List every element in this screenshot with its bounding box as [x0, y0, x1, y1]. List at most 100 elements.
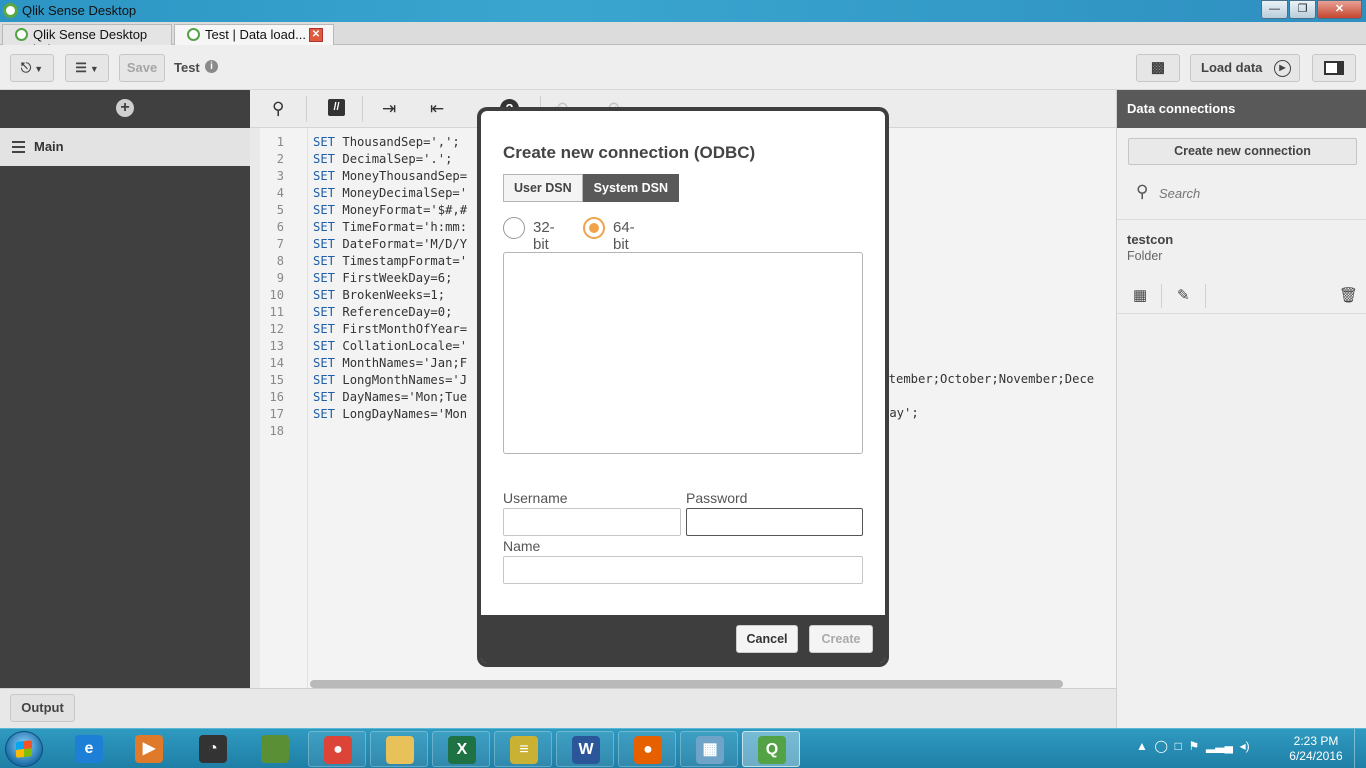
- create-new-connection-button[interactable]: Create new connection: [1128, 138, 1357, 165]
- outdent-icon[interactable]: ⇤: [430, 99, 444, 119]
- indent-icon[interactable]: ⇥: [382, 99, 396, 119]
- delete-icon[interactable]: 🗑: [1339, 286, 1358, 304]
- taskbar-internet-explorer-button[interactable]: e: [60, 731, 118, 767]
- code-keyword: SET: [313, 322, 336, 336]
- taskbar-minecraft-button[interactable]: [246, 731, 304, 767]
- system-monitor-icon: ≡: [510, 736, 538, 764]
- code-line[interactable]: SET CollationLocale=': [313, 339, 467, 353]
- code-line[interactable]: SET DateFormat='M/D/Y: [313, 237, 467, 251]
- code-line[interactable]: SET MoneyDecimalSep=': [313, 186, 467, 200]
- search-input[interactable]: [1159, 183, 1349, 203]
- search-icon[interactable]: ⚲: [272, 99, 284, 119]
- edit-icon[interactable]: ✎: [1177, 286, 1190, 304]
- code-line[interactable]: SET MoneyFormat='$#,#: [313, 203, 467, 217]
- close-window-button[interactable]: ✕: [1317, 0, 1362, 19]
- code-line[interactable]: SET TimestampFormat=': [313, 254, 467, 268]
- navigation-button[interactable]: ⎋ ▼: [10, 54, 54, 82]
- global-menu-button[interactable]: ☰ ▼: [65, 54, 109, 82]
- maximize-button[interactable]: ❐: [1289, 0, 1316, 19]
- taskbar-firefox-button[interactable]: ●: [618, 731, 676, 767]
- taskbar-speed-tool-button[interactable]: ◔: [184, 731, 242, 767]
- code-line[interactable]: SET MonthNames='Jan;F: [313, 356, 467, 370]
- code-text: LongMonthNames='J: [335, 373, 468, 387]
- select-data-icon[interactable]: ▦: [1133, 286, 1147, 304]
- code-line[interactable]: SET TimeFormat='h:mm:: [313, 220, 467, 234]
- output-button[interactable]: Output: [10, 694, 75, 722]
- code-text: ThousandSep=',';: [335, 135, 460, 149]
- code-text: BrokenWeeks=1;: [335, 288, 446, 302]
- close-tab-icon[interactable]: ✕: [309, 28, 323, 42]
- username-field[interactable]: [503, 508, 681, 536]
- cancel-button[interactable]: Cancel: [736, 625, 798, 653]
- taskbar-media-player-button[interactable]: ▶: [120, 731, 178, 767]
- bug-icon: ▩: [1150, 59, 1166, 76]
- dialog-title: Create new connection (ODBC): [503, 143, 756, 162]
- line-number: 2: [276, 152, 284, 166]
- info-icon[interactable]: i: [205, 60, 218, 73]
- start-button[interactable]: [5, 731, 43, 767]
- create-button[interactable]: Create: [809, 625, 873, 653]
- code-text: CollationLocale=': [335, 339, 468, 353]
- add-section-icon[interactable]: +: [116, 99, 134, 117]
- connection-actions: ▦ ✎ 🗑: [1117, 280, 1366, 314]
- user-dsn-tab[interactable]: User DSN: [503, 174, 583, 202]
- code-line[interactable]: SET FirstMonthOfYear=: [313, 322, 467, 336]
- internet-explorer-icon: e: [75, 735, 103, 763]
- system-tray[interactable]: ▲ ◯ □ ⚑ ▂▃▄ ◂): [1136, 739, 1250, 753]
- tab-data-load[interactable]: Test | Data load... ✕: [174, 24, 334, 45]
- line-number: 3: [276, 169, 284, 183]
- code-overflow-line-17: day';: [882, 406, 919, 420]
- code-line[interactable]: SET ReferenceDay=0;: [313, 305, 452, 319]
- tab-hub[interactable]: Qlik Sense Desktop hub: [2, 24, 172, 57]
- code-line[interactable]: SET FirstWeekDay=6;: [313, 271, 452, 285]
- clock[interactable]: 2:23 PM 6/24/2016: [1288, 734, 1344, 764]
- radio-32-bit[interactable]: [503, 217, 525, 239]
- qlik-icon: [15, 28, 28, 41]
- code-line[interactable]: SET MoneyThousandSep=: [313, 169, 467, 183]
- horizontal-scrollbar[interactable]: [310, 680, 1063, 688]
- minimize-button[interactable]: —: [1261, 0, 1288, 19]
- dsn-list[interactable]: [503, 252, 863, 454]
- code-line[interactable]: SET LongMonthNames='J: [313, 373, 467, 387]
- windows-logo-icon: [16, 740, 32, 758]
- dialog-footer: Cancel Create: [481, 615, 885, 663]
- taskbar-excel-button[interactable]: X: [432, 731, 490, 767]
- system-dsn-tab[interactable]: System DSN: [582, 174, 680, 202]
- taskbar-qlik-sense-button[interactable]: Q: [742, 731, 800, 767]
- code-text: ReferenceDay=0;: [335, 305, 453, 319]
- code-keyword: SET: [313, 169, 336, 183]
- code-line[interactable]: SET DayNames='Mon;Tue: [313, 390, 467, 404]
- data-connections-header: Data connections: [1117, 90, 1366, 128]
- show-desktop-button[interactable]: [1354, 729, 1366, 768]
- code-line[interactable]: SET DecimalSep='.';: [313, 152, 452, 166]
- connection-name[interactable]: testcon: [1127, 232, 1173, 247]
- comment-icon[interactable]: //: [328, 99, 345, 116]
- radio-64-bit[interactable]: [583, 217, 605, 239]
- excel-icon: X: [448, 736, 476, 764]
- remote-desktop-icon: ▦: [696, 736, 724, 764]
- code-line[interactable]: SET BrokenWeeks=1;: [313, 288, 445, 302]
- taskbar-file-explorer-button[interactable]: [370, 731, 428, 767]
- toggle-panel-button[interactable]: [1312, 54, 1356, 82]
- section-item-main[interactable]: Main: [0, 128, 250, 166]
- taskbar-system-monitor-button[interactable]: ≡: [494, 731, 552, 767]
- name-label: Name: [503, 538, 541, 554]
- drag-handle-icon[interactable]: [12, 141, 25, 156]
- taskbar-word-button[interactable]: W: [556, 731, 614, 767]
- taskbar-remote-desktop-button[interactable]: ▦: [680, 731, 738, 767]
- code-line[interactable]: SET LongDayNames='Mon: [313, 407, 467, 421]
- save-button[interactable]: Save: [119, 54, 165, 82]
- code-text: FirstWeekDay=6;: [335, 271, 453, 285]
- name-field[interactable]: [503, 556, 863, 584]
- taskbar-chrome-button[interactable]: ●: [308, 731, 366, 767]
- debug-button[interactable]: ▩: [1136, 54, 1180, 82]
- code-keyword: SET: [313, 305, 336, 319]
- code-line[interactable]: SET ThousandSep=',';: [313, 135, 460, 149]
- load-data-button[interactable]: Load data ▶: [1190, 54, 1300, 82]
- code-text: DayNames='Mon;Tue: [335, 390, 468, 404]
- firefox-icon: ●: [634, 736, 662, 764]
- password-field[interactable]: [686, 508, 863, 536]
- line-number: 1: [276, 135, 284, 149]
- line-number: 13: [269, 339, 284, 353]
- chrome-icon: ●: [324, 736, 352, 764]
